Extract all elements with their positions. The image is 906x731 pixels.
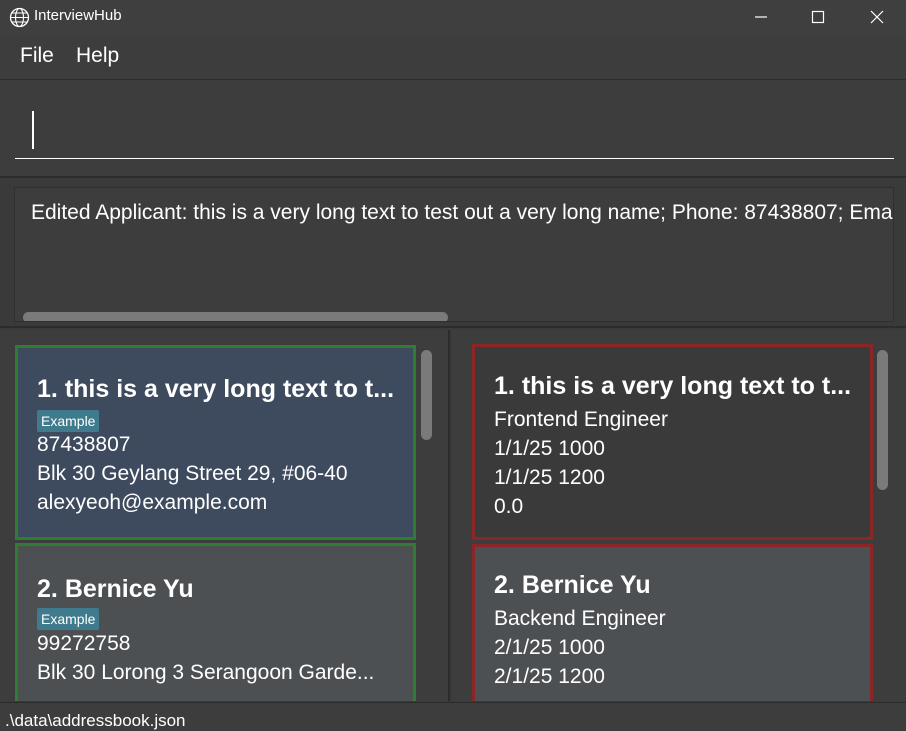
interview-card[interactable]: 2. Bernice Yu Backend Engineer 2/1/25 10… <box>472 544 873 701</box>
minimize-button[interactable] <box>732 0 790 34</box>
interview-start: 2/1/25 1000 <box>494 636 605 659</box>
menu-bar: File Help <box>0 36 906 80</box>
minimize-icon <box>755 16 767 18</box>
interview-end: 1/1/25 1200 <box>494 466 605 489</box>
globe-icon <box>9 7 30 28</box>
applicant-email: alexyeoh@example.com <box>37 491 268 514</box>
maximize-icon <box>811 10 825 24</box>
applicant-card[interactable]: 2. Bernice Yu Example 99272758 Blk 30 Lo… <box>15 543 416 701</box>
interview-start: 1/1/25 1000 <box>494 437 605 460</box>
result-horizontal-scrollbar[interactable] <box>23 312 448 321</box>
interview-role: Backend Engineer <box>494 607 666 630</box>
interview-card[interactable]: 1. this is a very long text to t... Fron… <box>472 344 873 540</box>
applicant-list: 1. this is a very long text to t... Exam… <box>0 330 450 701</box>
applicant-tag: Example <box>37 410 100 432</box>
menu-help[interactable]: Help <box>76 44 119 68</box>
window-title: InterviewHub <box>34 7 122 24</box>
result-text-area[interactable]: Edited Applicant: this is a very long te… <box>14 187 894 322</box>
applicant-name: 1. this is a very long text to t... <box>37 375 395 403</box>
result-display: Edited Applicant: this is a very long te… <box>0 180 906 328</box>
applicant-name: 2. Bernice Yu <box>37 575 194 603</box>
command-input[interactable] <box>15 96 894 159</box>
maximize-button[interactable] <box>789 0 847 34</box>
applicant-address: Blk 30 Geylang Street 29, #06-40 <box>37 462 348 485</box>
close-icon <box>870 10 884 24</box>
interview-role: Frontend Engineer <box>494 408 668 431</box>
title-bar: InterviewHub <box>0 0 906 36</box>
interview-list-scrollbar[interactable] <box>877 350 888 490</box>
applicant-phone: 87438807 <box>37 433 131 456</box>
save-file-path: .\data\addressbook.json <box>5 711 186 730</box>
interview-score: 0.0 <box>494 495 524 518</box>
lists-area: 1. this is a very long text to t... Exam… <box>0 330 906 701</box>
interview-name: 2. Bernice Yu <box>494 571 651 599</box>
applicant-phone: 99272758 <box>37 632 131 655</box>
menu-file[interactable]: File <box>20 44 54 68</box>
applicant-tag: Example <box>37 608 100 630</box>
applicant-list-scrollbar[interactable] <box>421 350 432 440</box>
interview-name: 1. this is a very long text to t... <box>494 372 852 400</box>
close-button[interactable] <box>848 0 906 34</box>
interview-end: 2/1/25 1200 <box>494 665 605 688</box>
text-caret <box>32 111 34 149</box>
status-bar: .\data\addressbook.json <box>0 702 906 731</box>
result-message: Edited Applicant: this is a very long te… <box>31 201 893 224</box>
interview-list: 1. this is a very long text to t... Fron… <box>452 330 906 701</box>
applicant-address: Blk 30 Lorong 3 Serangoon Garde... <box>37 661 375 684</box>
command-box <box>0 81 906 178</box>
applicant-card[interactable]: 1. this is a very long text to t... Exam… <box>15 345 416 540</box>
